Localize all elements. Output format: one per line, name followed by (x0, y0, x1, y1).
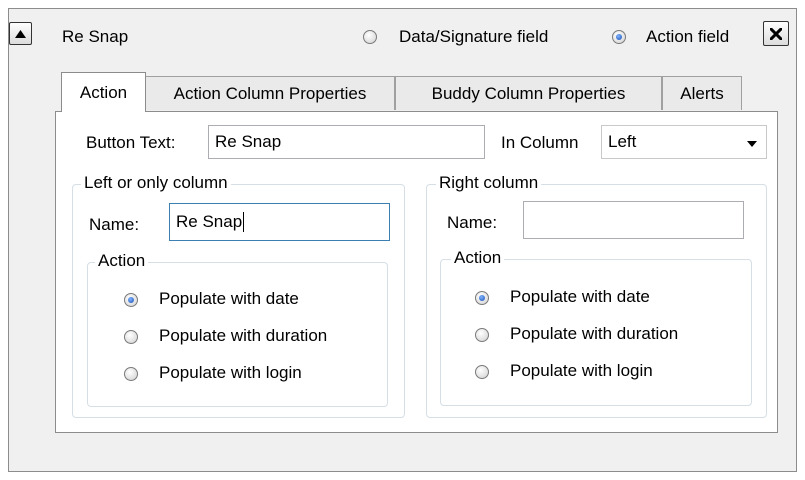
tab-action[interactable]: Action (61, 72, 146, 112)
action-field-radio[interactable] (612, 29, 626, 49)
right-name-input[interactable] (523, 201, 744, 239)
data-signature-label[interactable]: Data/Signature field (399, 27, 548, 47)
tab-label: Buddy Column Properties (431, 83, 626, 103)
radio-icon (475, 328, 489, 342)
left-name-label: Name: (89, 215, 140, 234)
close-button[interactable] (763, 21, 789, 46)
tab-buddy-column-properties[interactable]: Buddy Column Properties (395, 76, 662, 110)
left-populate-date-label[interactable]: Populate with date (159, 289, 299, 309)
radio-selected-icon (612, 30, 626, 44)
right-populate-login-label[interactable]: Populate with login (510, 361, 653, 381)
tab-label: Alerts (680, 83, 724, 103)
radio-icon (475, 365, 489, 379)
x-icon (770, 27, 782, 40)
panel-title: Re Snap (62, 27, 129, 46)
right-populate-date-label[interactable]: Populate with date (510, 287, 650, 307)
right-column-group-title: Right column (436, 173, 542, 193)
left-action-group-title: Action (95, 251, 149, 271)
left-populate-login-radio[interactable] (124, 366, 138, 386)
left-name-value: Re Snap (176, 212, 243, 231)
left-populate-login-label[interactable]: Populate with login (159, 363, 302, 383)
radio-icon (124, 367, 138, 381)
button-text-input[interactable]: Re Snap (208, 125, 485, 159)
radio-selected-icon (124, 293, 138, 307)
right-populate-duration-radio[interactable] (475, 327, 489, 347)
button-text-value: Re Snap (215, 132, 282, 151)
in-column-label: In Column (501, 133, 579, 152)
left-populate-date-radio[interactable] (124, 292, 138, 312)
radio-icon (124, 330, 138, 344)
in-column-value: Left (608, 132, 637, 151)
tab-action-column-properties[interactable]: Action Column Properties (145, 76, 395, 110)
radio-selected-icon (475, 291, 489, 305)
chevron-down-icon (747, 141, 757, 147)
right-populate-duration-label[interactable]: Populate with duration (510, 324, 678, 344)
left-column-group-title: Left or only column (81, 173, 231, 193)
left-name-input[interactable]: Re Snap (169, 203, 390, 241)
button-text-label: Button Text: (86, 133, 176, 152)
right-action-group-title: Action (451, 248, 505, 268)
data-signature-radio[interactable] (363, 29, 377, 49)
left-populate-duration-radio[interactable] (124, 329, 138, 349)
text-cursor (243, 212, 245, 232)
tab-label: Action Column Properties (173, 83, 367, 103)
action-field-label[interactable]: Action field (646, 27, 729, 47)
triangle-up-icon (15, 29, 26, 38)
right-name-label: Name: (447, 213, 498, 232)
collapse-button[interactable] (9, 22, 32, 45)
in-column-select[interactable]: Left (601, 125, 767, 159)
right-populate-date-radio[interactable] (475, 290, 489, 310)
tab-label: Action (79, 82, 128, 102)
right-populate-login-radio[interactable] (475, 364, 489, 384)
radio-icon (363, 30, 377, 44)
tab-alerts[interactable]: Alerts (662, 76, 742, 110)
left-populate-duration-label[interactable]: Populate with duration (159, 326, 327, 346)
